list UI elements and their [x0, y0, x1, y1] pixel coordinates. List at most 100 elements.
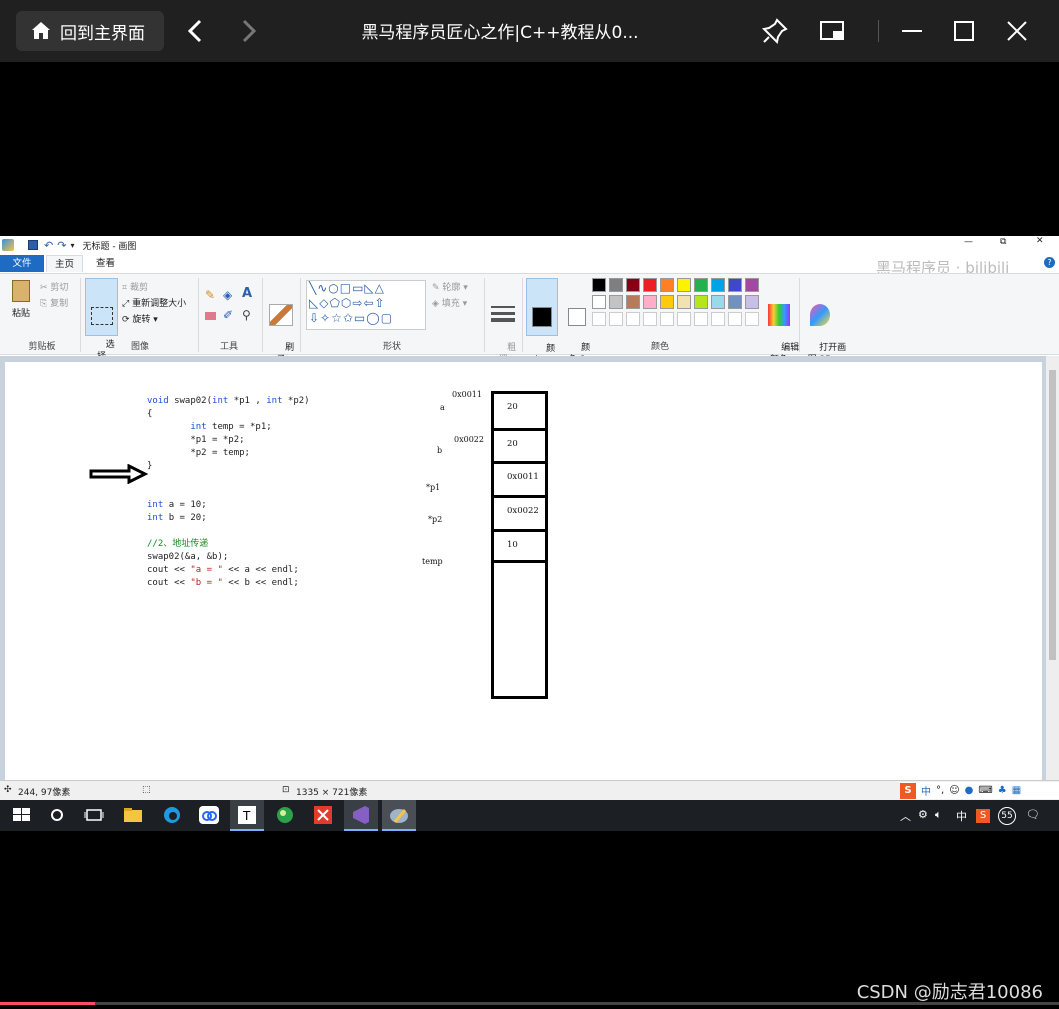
redo-icon[interactable]: ↷ [57, 239, 66, 252]
palette-swatch[interactable] [643, 295, 657, 309]
copy-button[interactable]: ⎘ 复制 [40, 296, 68, 309]
palette-swatch[interactable] [592, 295, 606, 309]
palette-swatch[interactable] [694, 278, 708, 292]
palette-swatch[interactable] [626, 278, 640, 292]
ime-indicator[interactable]: 中 [956, 808, 967, 824]
outline-button[interactable]: ✎ 轮廓 ▾ [432, 280, 468, 293]
tab-file[interactable]: 文件 [0, 255, 44, 272]
tab-view[interactable]: 查看 [88, 255, 123, 272]
palette-swatch[interactable] [609, 295, 623, 309]
paint-close-icon[interactable]: ✕ [1036, 236, 1044, 246]
palette-custom-slot[interactable] [677, 312, 691, 326]
drawing-canvas[interactable]: void swap02(int *p1 , int *p2) { int temp… [5, 362, 1042, 780]
vertical-scrollbar[interactable] [1046, 356, 1059, 780]
melon-app-icon[interactable] [273, 804, 297, 826]
paint-restore-icon[interactable]: ⧉ [1000, 237, 1006, 247]
undo-icon[interactable]: ↶ [44, 239, 53, 252]
palette-custom-slot[interactable] [711, 312, 725, 326]
select-button[interactable]: 选 择 [85, 278, 118, 362]
label-addr-a: 0x0011 [452, 390, 482, 399]
fill-shape-button[interactable]: ◈ 填充 ▾ [432, 296, 467, 309]
cut-button[interactable]: ✂ 剪切 [40, 280, 68, 293]
rotate-button[interactable]: ⟳ 旋转 ▾ [122, 312, 158, 325]
xmind-icon[interactable] [311, 804, 335, 826]
crop-button[interactable]: ⌗ 裁剪 [122, 280, 148, 293]
label-addr-b: 0x0022 [454, 435, 484, 444]
palette-swatch[interactable] [711, 295, 725, 309]
sogou-tray-icon[interactable]: S [976, 809, 990, 823]
palette-custom-slot[interactable] [643, 312, 657, 326]
palette-swatch[interactable] [711, 278, 725, 292]
pencil-icon[interactable]: ✎ [205, 288, 215, 302]
eraser-icon[interactable] [205, 312, 216, 320]
volume-icon[interactable]: 🔈︎ [935, 808, 942, 822]
home-button[interactable]: 回到主界面 [16, 11, 164, 51]
paint-minimize-icon[interactable]: — [964, 237, 973, 247]
scrollbar-thumb[interactable] [1049, 370, 1056, 660]
emoji-icon: ☺ [949, 785, 960, 796]
palette-swatch[interactable] [660, 295, 674, 309]
close-icon[interactable] [1002, 16, 1032, 46]
palette-custom-slot[interactable] [745, 312, 759, 326]
active-indicator [382, 829, 416, 831]
visual-studio-icon[interactable] [349, 804, 373, 826]
file-explorer-icon[interactable] [121, 804, 145, 826]
topbar-divider [878, 20, 879, 42]
palette-swatch[interactable] [728, 278, 742, 292]
resize-label: 重新调整大小 [132, 299, 187, 309]
palette-swatch[interactable] [745, 278, 759, 292]
palette-custom-slot[interactable] [728, 312, 742, 326]
palette-swatch[interactable] [677, 278, 691, 292]
shapes-gallery[interactable]: ╲∿○□▭◺△ ◺◇⬠⬡⇨⇦⇧ ⇩✧☆✩▭◯▢ [306, 280, 426, 330]
palette-custom-slot[interactable] [609, 312, 623, 326]
palette-swatch[interactable] [592, 278, 606, 292]
save-icon[interactable] [28, 240, 38, 250]
customize-icon[interactable]: ▾ [70, 241, 74, 250]
paste-button[interactable]: 粘贴 [6, 278, 36, 330]
ime-toolbar[interactable]: S 中 °, ☺ ● ⌨ ♣ ▦ [900, 782, 1059, 799]
palette-swatch[interactable] [609, 278, 623, 292]
pin-icon[interactable] [760, 16, 790, 46]
palette-custom-slot[interactable] [592, 312, 606, 326]
resize-button[interactable]: ⤢ 重新调整大小 [122, 296, 186, 309]
palette-swatch[interactable] [677, 295, 691, 309]
copy-label: 复制 [50, 299, 69, 309]
magnifier-icon[interactable]: ⚲ [242, 308, 251, 322]
palette-custom-slot[interactable] [626, 312, 640, 326]
mini-window-icon[interactable] [817, 16, 847, 46]
code-line: int b = 20; [147, 513, 207, 523]
memory-cell-empty [491, 560, 548, 699]
palette-swatch[interactable] [728, 295, 742, 309]
ribbon: 粘贴 ✂ 剪切 ⎘ 复制 剪贴板 选 择 ⌗ 裁剪 ⤢ 重新调整大小 ⟳ 旋转 … [0, 273, 1059, 366]
palette-custom-slot[interactable] [660, 312, 674, 326]
baidu-netdisk-icon[interactable] [197, 804, 221, 826]
back-arrow-icon[interactable] [184, 18, 208, 44]
minimize-icon[interactable] [897, 16, 927, 46]
task-view-icon[interactable] [82, 804, 106, 826]
palette-swatch[interactable] [745, 295, 759, 309]
fill-icon[interactable]: ◈ [223, 288, 232, 302]
paste-icon [12, 280, 30, 302]
palette-swatch[interactable] [626, 295, 640, 309]
text-icon[interactable]: A [242, 286, 252, 301]
windows-start-icon[interactable] [10, 804, 34, 826]
tray-app-icon[interactable]: ⚙ [918, 808, 928, 821]
paint-taskbar-icon[interactable] [387, 804, 411, 826]
maximize-icon[interactable] [949, 16, 979, 46]
palette-swatch[interactable] [660, 278, 674, 292]
typora-icon[interactable]: T [235, 804, 259, 826]
forward-arrow-icon[interactable] [236, 18, 260, 44]
search-icon[interactable] [45, 804, 69, 826]
palette-swatch[interactable] [643, 278, 657, 292]
color-picker-icon[interactable]: ✐ [223, 308, 233, 322]
palette-custom-slot[interactable] [694, 312, 708, 326]
notification-count[interactable]: 55 [998, 807, 1016, 825]
edge-icon[interactable] [160, 804, 184, 826]
tab-home[interactable]: 主页 [46, 255, 84, 272]
group-clipboard-label: 剪贴板 [28, 342, 56, 352]
help-icon[interactable]: ? [1044, 257, 1055, 268]
tray-expand-icon[interactable]: ︿ [900, 808, 911, 824]
action-center-icon[interactable]: 🗨︎ [1026, 808, 1040, 821]
color1-button[interactable]: 颜 色 1 [526, 278, 558, 366]
palette-swatch[interactable] [694, 295, 708, 309]
